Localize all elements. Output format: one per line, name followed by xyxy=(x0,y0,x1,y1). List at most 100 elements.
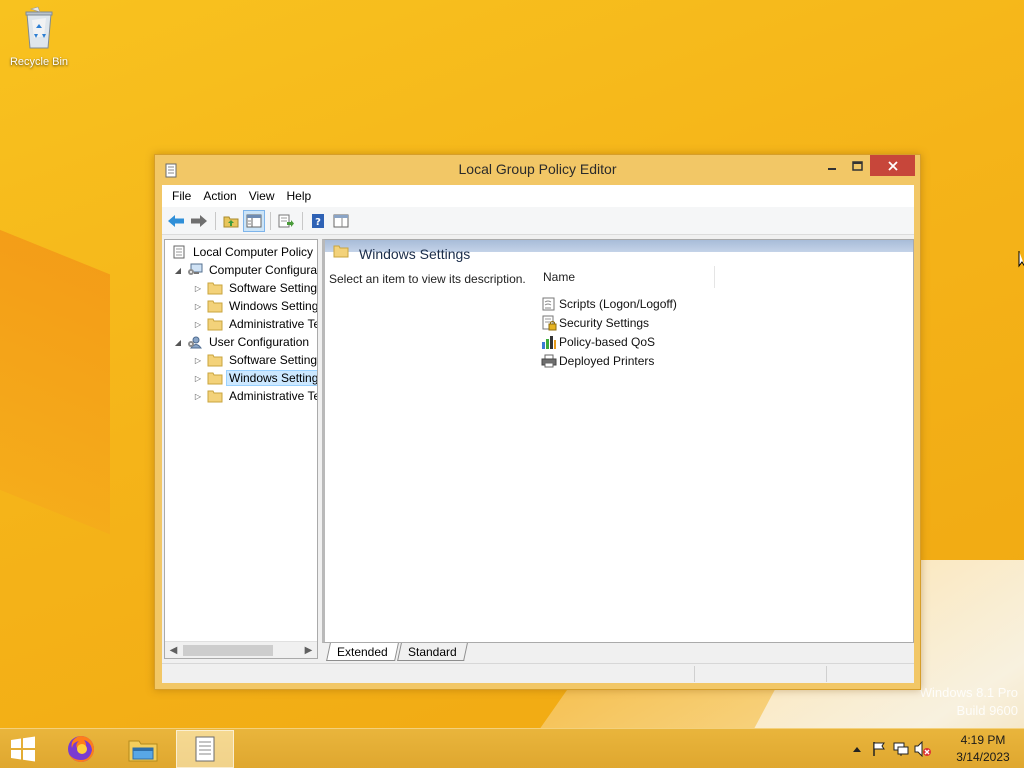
tree-item-label: User Configuration xyxy=(209,335,310,349)
wallpaper-shape xyxy=(0,205,110,535)
clock[interactable]: 4:19 PM 3/14/2023 xyxy=(942,732,1024,766)
details-header-title: Windows Settings xyxy=(359,246,471,262)
group-policy-editor-icon xyxy=(195,736,215,762)
show-hide-console-tree-button[interactable] xyxy=(243,209,265,232)
scroll-left-icon[interactable]: ◀ xyxy=(165,642,182,658)
desktop-icon-recycle-bin[interactable]: Recycle Bin xyxy=(6,6,72,68)
taskbar-file-explorer[interactable] xyxy=(114,730,172,768)
tree-horizontal-scrollbar[interactable]: ◀ ▶ xyxy=(165,641,317,658)
minimize-button[interactable] xyxy=(818,155,846,176)
tree-item-windows-settings-selected[interactable]: ▷ Windows Setting xyxy=(193,369,317,387)
collapse-arrow-icon[interactable]: ◢ xyxy=(173,337,183,347)
list-column-header: Name xyxy=(539,266,913,288)
tab-standard[interactable]: Standard xyxy=(396,643,468,661)
firefox-icon xyxy=(68,736,94,762)
toolbar-separator xyxy=(215,211,216,230)
tree-item-local-computer-policy[interactable]: Local Computer Policy xyxy=(171,243,315,261)
window-title: Local Group Policy Editor xyxy=(458,161,617,177)
action-center-button[interactable] xyxy=(868,738,890,760)
tree-item-windows-settings[interactable]: ▷ Windows Setting xyxy=(193,297,318,315)
policy-document-icon xyxy=(173,245,185,259)
tab-label: Standard xyxy=(407,644,457,659)
console-tree[interactable]: Local Computer Policy ◢ Computer Configu… xyxy=(164,239,318,659)
forward-icon xyxy=(191,214,207,227)
network-button[interactable] xyxy=(890,738,912,760)
menu-file[interactable]: File xyxy=(166,189,197,203)
watermark-build: Build 9600 xyxy=(956,703,1018,718)
menu-view[interactable]: View xyxy=(243,189,281,203)
title-bar[interactable]: Local Group Policy Editor xyxy=(155,155,920,185)
list-item-security-settings[interactable]: Security Settings xyxy=(541,313,649,332)
clock-time: 4:19 PM xyxy=(960,733,1006,747)
tree-item-label: Software Settings xyxy=(229,353,318,367)
status-divider xyxy=(826,666,827,682)
user-config-icon xyxy=(188,336,202,349)
scroll-right-icon[interactable]: ▶ xyxy=(300,642,317,658)
export-list-icon xyxy=(278,214,294,227)
expand-arrow-icon[interactable]: ▷ xyxy=(193,301,203,311)
tree-item-software-settings[interactable]: ▷ Software Settings xyxy=(193,351,318,369)
computer-config-icon xyxy=(188,263,203,275)
up-one-level-button[interactable] xyxy=(220,210,242,232)
scrollbar-thumb[interactable] xyxy=(183,645,273,656)
expand-arrow-icon[interactable]: ▷ xyxy=(193,319,203,329)
tree-item-computer-configuration[interactable]: ◢ Computer Configura xyxy=(173,261,317,279)
expand-arrow-icon[interactable]: ▷ xyxy=(193,355,203,365)
list-item-label: Security Settings xyxy=(559,315,650,330)
watermark-edition: Windows 8.1 Pro xyxy=(919,685,1018,700)
details-header: Windows Settings xyxy=(325,240,913,264)
back-button[interactable] xyxy=(165,210,187,232)
maximize-button[interactable] xyxy=(843,155,871,176)
menu-bar: File Action View Help xyxy=(162,185,914,207)
forward-button[interactable] xyxy=(188,210,210,232)
folder-icon xyxy=(333,245,349,258)
desktop-icon-label: Recycle Bin xyxy=(9,56,69,68)
tree-item-administrative-templates[interactable]: ▷ Administrative Te xyxy=(193,315,318,333)
close-button[interactable] xyxy=(870,155,915,176)
tree-item-label: Windows Setting xyxy=(225,370,317,386)
tree-item-label: Windows Setting xyxy=(229,299,318,313)
taskbar-group-policy-editor[interactable] xyxy=(176,730,234,768)
security-settings-icon xyxy=(542,315,557,330)
menu-help[interactable]: Help xyxy=(281,189,318,203)
volume-button[interactable] xyxy=(912,738,934,760)
properties-button[interactable] xyxy=(330,210,352,232)
folder-icon xyxy=(207,372,223,385)
column-header-name[interactable]: Name xyxy=(539,266,715,288)
description-text: Select an item to view its description. xyxy=(329,272,526,286)
tree-item-administrative-templates[interactable]: ▷ Administrative Te xyxy=(193,387,317,405)
start-button[interactable] xyxy=(8,735,40,763)
show-hidden-icons-icon xyxy=(853,747,861,752)
export-list-button[interactable] xyxy=(275,210,297,232)
details-pane: Windows Settings Select an item to view … xyxy=(322,239,914,643)
window-client: File Action View Help ? Local Computer P… xyxy=(162,185,914,683)
toolbar-separator xyxy=(270,211,271,230)
mouse-cursor-icon xyxy=(1018,251,1024,268)
tree-item-label: Administrative Te xyxy=(229,317,318,331)
back-icon xyxy=(168,214,184,227)
up-folder-icon xyxy=(223,216,239,227)
close-icon xyxy=(887,160,898,171)
group-policy-editor-window: Local Group Policy Editor File Action Vi… xyxy=(154,154,921,690)
view-tabs: Extended Standard xyxy=(322,643,914,661)
folder-icon xyxy=(207,282,223,295)
status-bar xyxy=(162,663,914,683)
list-item-deployed-printers[interactable]: Deployed Printers xyxy=(541,351,654,370)
list-item-scripts[interactable]: Scripts (Logon/Logoff) xyxy=(541,294,677,313)
show-hidden-icons-button[interactable] xyxy=(846,738,868,760)
volume-muted-icon xyxy=(914,741,931,757)
expand-arrow-icon[interactable]: ▷ xyxy=(193,283,203,293)
list-item-policy-based-qos[interactable]: Policy-based QoS xyxy=(541,332,655,351)
show-hide-tree-icon xyxy=(246,214,262,227)
tree-item-user-configuration[interactable]: ◢ User Configuration xyxy=(173,333,311,351)
qos-chart-icon xyxy=(542,335,556,349)
recycle-bin-icon xyxy=(25,6,53,49)
tree-item-software-settings[interactable]: ▷ Software Settings xyxy=(193,279,317,297)
expand-arrow-icon[interactable]: ▷ xyxy=(193,391,203,401)
menu-action[interactable]: Action xyxy=(197,189,242,203)
tab-extended[interactable]: Extended xyxy=(326,643,399,661)
expand-arrow-icon[interactable]: ▷ xyxy=(193,373,203,383)
collapse-arrow-icon[interactable]: ◢ xyxy=(173,265,183,275)
help-button[interactable]: ? xyxy=(307,210,329,232)
taskbar-firefox[interactable] xyxy=(52,730,110,768)
